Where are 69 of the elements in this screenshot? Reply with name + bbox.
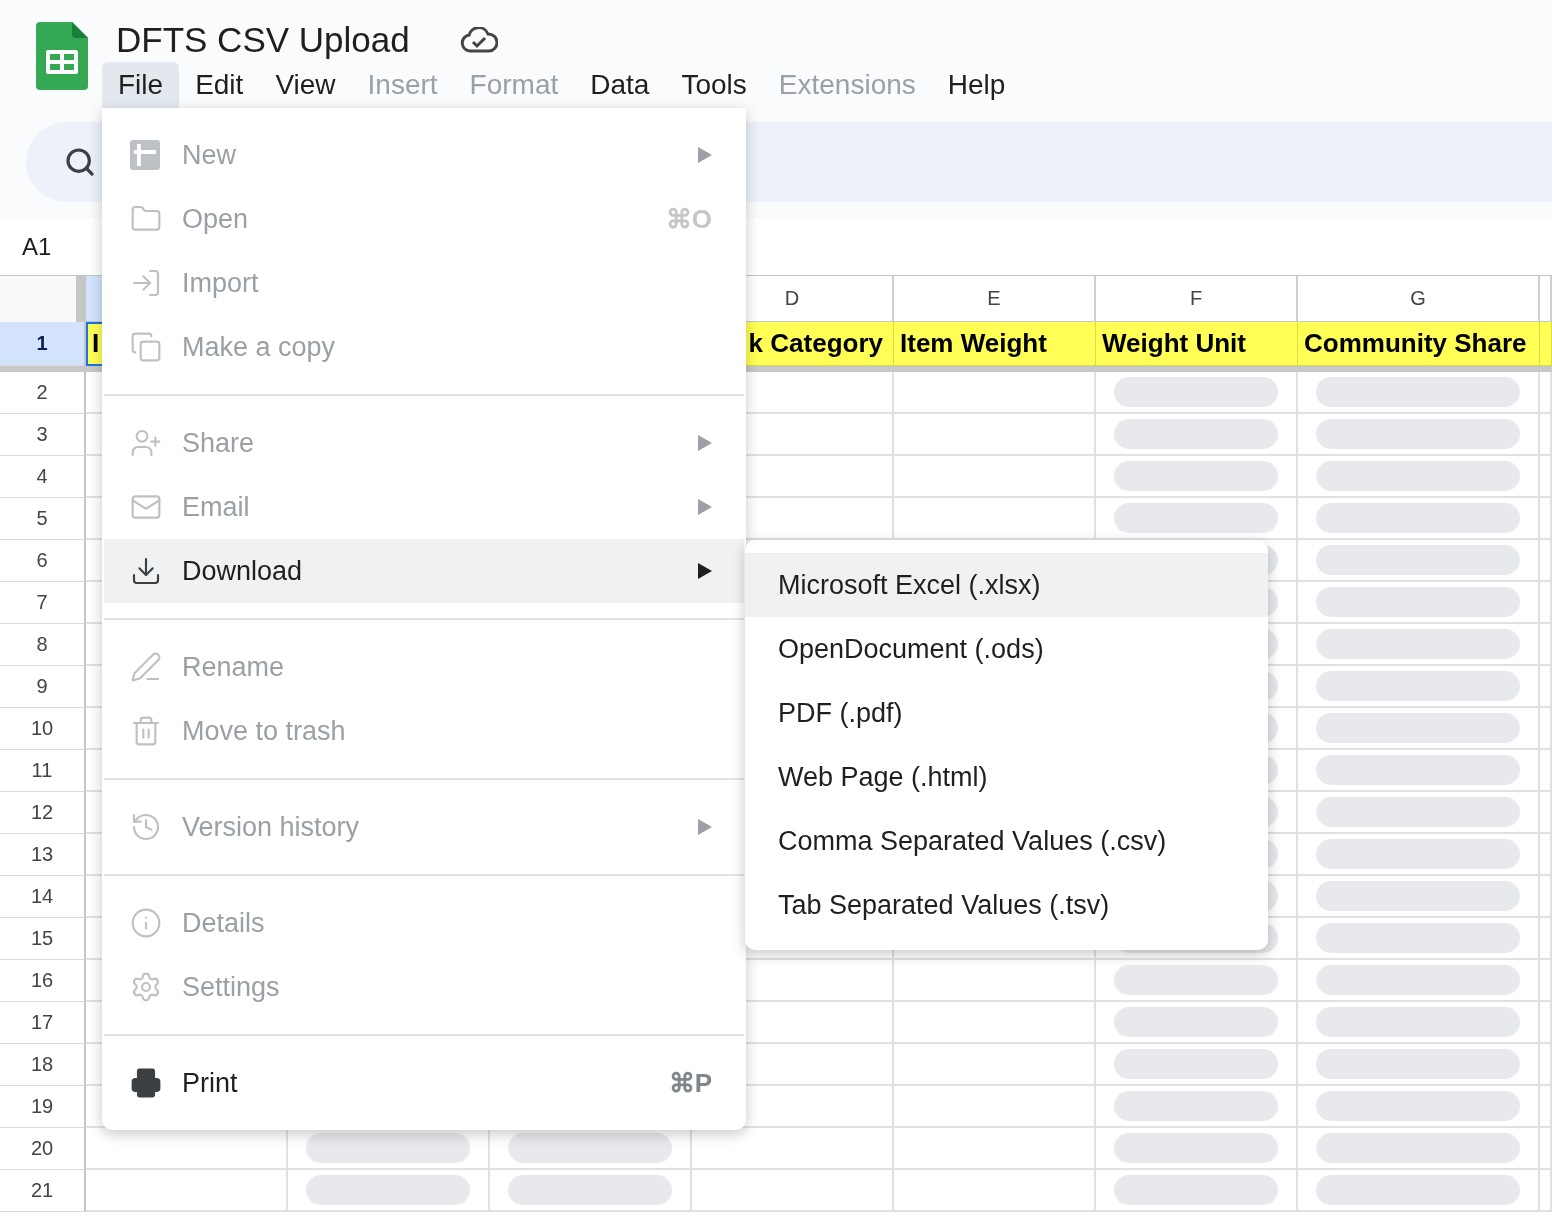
row-header[interactable]: 8 [0,624,86,666]
menu-option[interactable]: Web Page (.html) [745,745,1268,809]
menu-option[interactable]: Print ⌘P [104,1051,744,1115]
row-header[interactable]: 14 [0,876,86,918]
import-icon [130,267,162,299]
menu-item[interactable]: Data [574,62,666,108]
download-icon [130,555,162,587]
row-header[interactable]: 7 [0,582,86,624]
row-header[interactable]: 21 [0,1170,86,1212]
submenu-arrow-icon [698,819,712,835]
menu-option[interactable]: OpenDocument (.ods) [745,617,1268,681]
row-header[interactable]: 20 [0,1128,86,1170]
menu-option[interactable]: PDF (.pdf) [745,681,1268,745]
printer-icon [130,1067,162,1099]
spreadsheet-logo-icon [36,22,88,90]
row-header[interactable]: 16 [0,960,86,1002]
dropdown-chip[interactable] [306,1133,470,1163]
pencil-icon [130,651,162,683]
settings-icon [130,971,162,1003]
shortcut-label: ⌘P [668,1067,712,1099]
column-header[interactable]: F [1096,276,1298,322]
cloud-check-icon[interactable] [459,27,498,53]
history-icon [130,811,162,843]
row-header[interactable]: 3 [0,414,86,456]
dropdown-chip[interactable] [1114,503,1278,533]
row-header[interactable]: 10 [0,708,86,750]
row-header[interactable]: 9 [0,666,86,708]
new-sheet-icon [130,140,160,170]
header-cell: Item Weight [894,322,1096,366]
menu-option[interactable]: Download [104,539,744,603]
shortcut-label: ⌘O [665,203,712,235]
row-header[interactable]: 18 [0,1044,86,1086]
submenu-arrow-icon [698,435,712,451]
dropdown-chip[interactable] [1114,965,1278,995]
copy-icon [130,331,162,363]
row-header[interactable]: 17 [0,1002,86,1044]
column-header[interactable]: E [894,276,1096,322]
search-icon[interactable] [64,146,96,178]
select-all-corner[interactable] [0,276,86,322]
header-cell: Weight Unit [1096,322,1298,366]
column-header[interactable]: G [1298,276,1540,322]
trash-icon [130,715,162,747]
menu-item[interactable]: View [259,62,352,108]
menu-option[interactable]: Microsoft Excel (.xlsx) [745,553,1268,617]
menu-item[interactable]: Help [931,62,1022,108]
row-header[interactable]: 11 [0,750,86,792]
menu-item[interactable]: Edit [179,62,260,108]
row-header[interactable]: 2 [0,372,86,414]
name-box[interactable]: A1 [22,232,52,261]
menu-option[interactable]: Tab Separated Values (.tsv) [745,873,1268,937]
row-header[interactable]: 6 [0,540,86,582]
menu-option[interactable]: Comma Separated Values (.csv) [745,809,1268,873]
menu-item[interactable]: File [102,62,180,108]
header-cell: Community Share [1298,322,1540,366]
menu-item[interactable]: Tools [665,62,763,108]
row-header[interactable]: 15 [0,918,86,960]
submenu-arrow-icon [698,147,712,163]
row-header[interactable]: 13 [0,834,86,876]
row-header[interactable]: 4 [0,456,86,498]
info-icon [130,907,162,939]
dropdown-chip[interactable] [508,1133,672,1163]
submenu-arrow-icon [698,563,712,579]
row-header[interactable]: 12 [0,792,86,834]
row-header[interactable]: 5 [0,498,86,540]
row-header[interactable]: 1 [0,322,86,366]
document-title[interactable]: DFTS CSV Upload [116,20,410,60]
row-header[interactable]: 19 [0,1086,86,1128]
person-add-icon [130,427,162,459]
submenu-arrow-icon [698,499,712,515]
